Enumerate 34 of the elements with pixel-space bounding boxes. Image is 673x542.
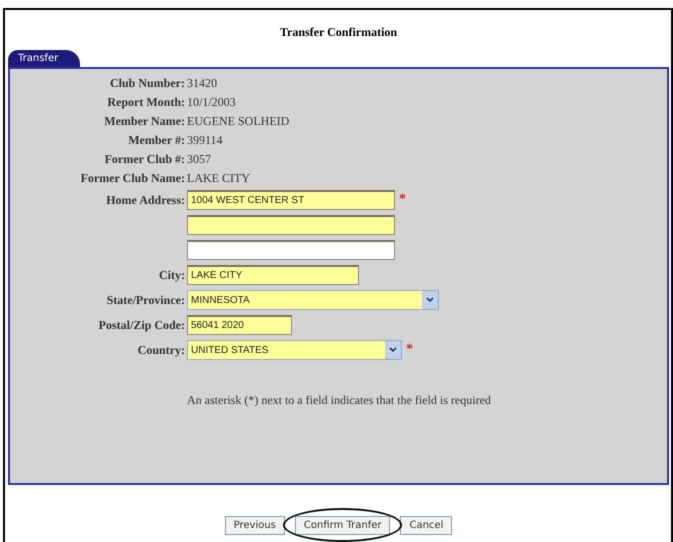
field-label: Former Club #: <box>104 151 186 168</box>
field-value: 31420 <box>187 75 218 92</box>
field-label: Member Name: <box>103 113 186 130</box>
form-button[interactable]: Cancel <box>400 516 452 534</box>
required-mark: * <box>399 192 406 208</box>
field-label: Postal/Zip Code: <box>98 318 185 332</box>
field-value: 3057 <box>187 151 212 168</box>
form-button[interactable]: Previous <box>224 516 285 534</box>
field-label: Club Number: <box>108 75 186 92</box>
required-note: An asterisk (*) next to a field indicates that the field is required <box>187 393 492 408</box>
field-label: City: <box>159 268 185 282</box>
field-value: LAKE CITY <box>187 170 251 187</box>
dropdown-field[interactable]: MINNESOTA <box>187 290 439 310</box>
transfer-tab[interactable]: Transfer <box>8 50 80 67</box>
dropdown-field[interactable]: UNITED STATES <box>187 340 402 360</box>
input-field[interactable]: LAKE CITY <box>187 265 359 285</box>
field-label: Report Month: <box>106 94 186 111</box>
field-value: 399114 <box>187 132 224 149</box>
field-label: Home Address: <box>106 193 185 207</box>
confirm-button[interactable]: Confirm Tranfer <box>294 516 390 535</box>
field-label: State/Province: <box>106 293 185 307</box>
input-field[interactable]: 1004 WEST CENTER ST <box>187 190 395 210</box>
input-field[interactable]: 56041 2020 <box>187 315 292 335</box>
chevron-down-icon <box>426 297 434 303</box>
field-label: Country: <box>138 343 185 357</box>
field-value: EUGENE SOLHEID <box>187 113 290 130</box>
required-mark: * <box>406 342 413 358</box>
field-label: Former Club Name: <box>80 170 186 187</box>
field-value: 10/1/2003 <box>187 94 237 111</box>
page-title: Transfer Confirmation <box>280 25 398 40</box>
input-field[interactable] <box>187 215 395 235</box>
chevron-down-icon <box>389 347 397 353</box>
field-label: Member #: <box>127 132 186 149</box>
input-field[interactable] <box>187 240 395 260</box>
